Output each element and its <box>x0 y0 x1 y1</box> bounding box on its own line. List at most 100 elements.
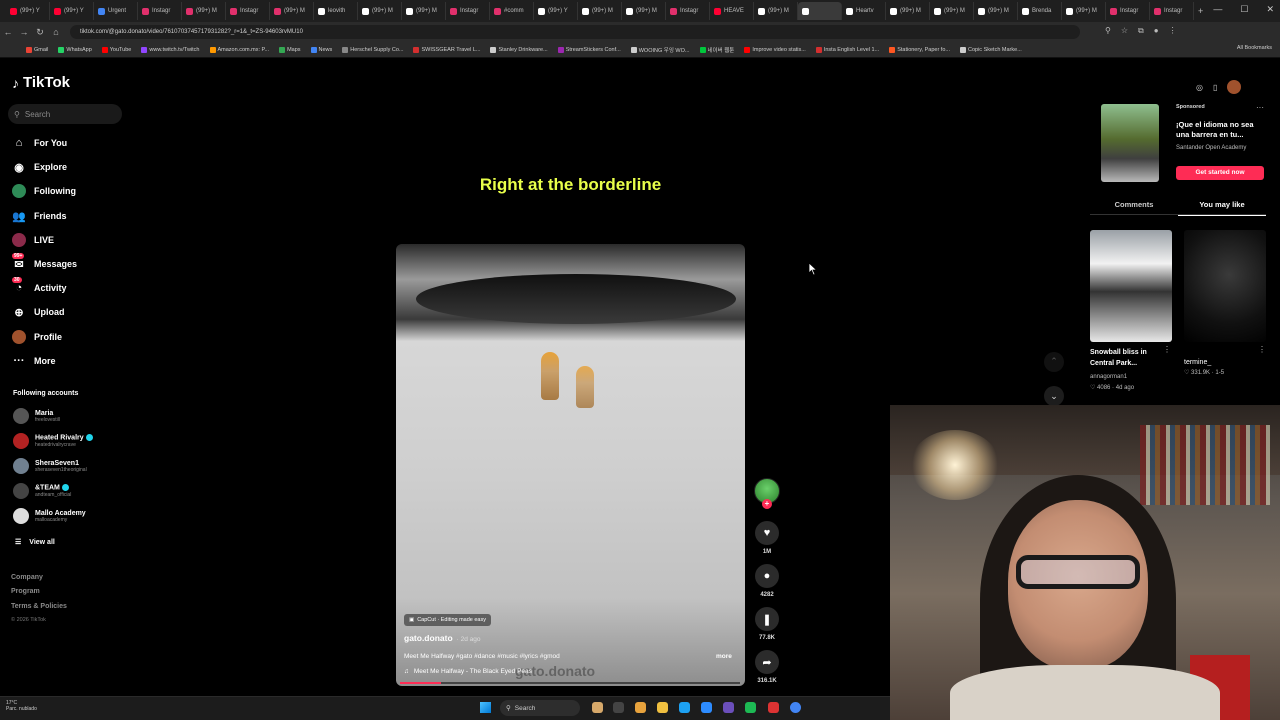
browser-tab[interactable]: (99+) Y <box>6 2 50 20</box>
browser-tab[interactable]: (99+) M <box>930 2 974 20</box>
browser-tab[interactable]: Instagr <box>666 2 710 20</box>
search-input[interactable]: ⚲ Search <box>8 104 122 124</box>
save-button[interactable]: ❚ <box>755 607 779 631</box>
taskbar-search[interactable]: ⚲ Search <box>500 700 580 716</box>
task-view-icon[interactable] <box>613 702 624 713</box>
followed-account[interactable]: Maria freelovestill <box>13 408 60 424</box>
view-all-button[interactable]: ☰ View all <box>15 538 55 547</box>
home-icon[interactable]: ⌂ <box>48 27 64 37</box>
followed-account[interactable]: &TEAM andteam_official <box>13 483 71 499</box>
browser-tab[interactable]: (99+) M <box>886 2 930 20</box>
reload-icon[interactable]: ↻ <box>32 27 48 38</box>
url-field[interactable]: tiktok.com/@gato.donato/video/7610703745… <box>70 25 1080 39</box>
bookmark-item[interactable]: Gmail <box>26 46 48 53</box>
file-explorer-icon[interactable] <box>657 702 668 713</box>
bookmark-item[interactable]: Insta English Level 1... <box>815 46 879 53</box>
app-icon[interactable] <box>635 702 646 713</box>
bookmark-item[interactable]: YouTube <box>101 46 131 53</box>
sidebar-item-more[interactable]: ··· More <box>12 354 56 368</box>
music-track[interactable]: ♫ Meet Me Halfway - The Black Eyed Peas <box>404 668 532 675</box>
browser-tab[interactable]: (99+) M <box>358 2 402 20</box>
browser-tab[interactable]: (99+) Y <box>50 2 94 20</box>
back-icon[interactable]: ← <box>0 27 16 37</box>
rec-title[interactable]: termine_ <box>1184 357 1264 368</box>
browser-tab[interactable]: (99+) Y <box>534 2 578 20</box>
share-button[interactable]: ➦ <box>755 650 779 674</box>
close-icon[interactable]: ✕ <box>1266 4 1274 15</box>
followed-account[interactable]: Mallo Academy malloacademy <box>13 508 86 524</box>
browser-tab[interactable]: (99+) M <box>578 2 622 20</box>
bookmark-item[interactable]: WOOING 우잉 WO... <box>630 46 690 54</box>
scroll-up-button[interactable]: ⌃ <box>1044 352 1064 372</box>
edge-icon[interactable] <box>679 702 690 713</box>
followed-account[interactable]: SheraSeven1 sheraseven1theoriginal <box>13 458 87 474</box>
bookmark-item[interactable]: Improve video statis... <box>744 46 806 53</box>
bookmark-item[interactable]: Copic Sketch Marke... <box>959 46 1022 53</box>
device-icon[interactable]: ▯ <box>1213 83 1217 92</box>
bookmark-item[interactable]: News <box>310 46 332 53</box>
browser-tab[interactable]: HEAVE <box>710 2 754 20</box>
follow-plus-button[interactable]: + <box>762 499 772 509</box>
forward-icon[interactable]: → <box>16 27 32 37</box>
bookmark-item[interactable]: www.twitch.tv/Twitch <box>141 46 200 53</box>
sidebar-item-explore[interactable]: ◉ Explore <box>12 160 67 174</box>
weather-widget[interactable]: 17°C Parc. nublado <box>6 700 37 712</box>
video-progress-bar[interactable] <box>400 682 740 684</box>
rec-author[interactable]: annagorman1 <box>1090 374 1127 380</box>
bookmark-item[interactable]: Amazon.com.mx: P... <box>209 46 269 53</box>
bookmark-item[interactable]: Herschel Supply Co... <box>342 46 403 53</box>
app-icon[interactable] <box>768 702 779 713</box>
browser-tab[interactable]: Instagr <box>1150 2 1194 20</box>
rec-thumbnail[interactable] <box>1184 230 1266 342</box>
windows-start-icon[interactable] <box>480 702 491 713</box>
spotify-icon[interactable] <box>745 702 756 713</box>
capcut-badge[interactable]: ▣ CapCut · Editing made easy <box>404 614 491 626</box>
followed-account[interactable]: Heated Rivalry heatedrivalrycrave <box>13 433 93 449</box>
profile-icon[interactable]: ● <box>1154 26 1159 36</box>
extensions-icon[interactable]: ⧉ <box>1138 26 1144 36</box>
zoom-icon[interactable]: ⚲ <box>1105 26 1111 36</box>
browser-tab[interactable]: (99+) M <box>754 2 798 20</box>
browser-tab[interactable] <box>798 2 842 20</box>
app-icon[interactable] <box>723 702 734 713</box>
author-name[interactable]: gato.donato <box>404 633 453 643</box>
bookmark-item[interactable]: StreamStickers Conf... <box>557 46 621 53</box>
browser-tab[interactable]: Instagr <box>446 2 490 20</box>
rec-more-icon[interactable]: ⋮ <box>1258 345 1266 354</box>
bookmark-item[interactable]: WhatsApp <box>58 46 92 53</box>
comment-button[interactable]: ● <box>755 564 779 588</box>
ad-cta-button[interactable]: Get started now <box>1176 166 1264 180</box>
browser-tab[interactable]: Instagr <box>138 2 182 20</box>
footer-company[interactable]: Company <box>11 574 43 581</box>
rec-more-icon[interactable]: ⋮ <box>1163 345 1171 354</box>
browser-tab[interactable]: (99+) M <box>182 2 226 20</box>
like-button[interactable]: ♥ <box>755 521 779 545</box>
all-bookmarks-button[interactable]: All Bookmarks <box>1237 45 1272 51</box>
sidebar-item-friends[interactable]: 👥 Friends <box>12 209 66 223</box>
bookmark-item[interactable]: SWISSGEAR Travel L... <box>413 46 480 53</box>
sidebar-item-profile[interactable]: Profile <box>12 330 62 344</box>
ad-thumbnail[interactable] <box>1101 104 1159 182</box>
sidebar-item-live[interactable]: LIVE <box>12 233 54 247</box>
app-icon[interactable] <box>701 702 712 713</box>
caption-more-button[interactable]: more <box>716 653 732 660</box>
sidebar-item-following[interactable]: Following <box>12 184 76 198</box>
video-author[interactable]: gato.donato · 2d ago <box>404 633 481 643</box>
ad-title[interactable]: ¡Que el idioma no sea una barrera en tu.… <box>1176 120 1266 140</box>
browser-tab[interactable]: leovith <box>314 2 358 20</box>
rec-title[interactable]: Snowball bliss in Central Park... <box>1090 347 1170 369</box>
browser-tab[interactable]: (99+) M <box>622 2 666 20</box>
bookmark-item[interactable]: Maps <box>279 46 301 53</box>
browser-tab[interactable]: Instagr <box>226 2 270 20</box>
browser-tab[interactable]: #comm <box>490 2 534 20</box>
browser-tab[interactable]: Heartv <box>842 2 886 20</box>
sidebar-item-upload[interactable]: ⊕ Upload <box>12 305 64 319</box>
tiktok-logo[interactable]: ♪ TikTok <box>12 74 70 91</box>
footer-terms[interactable]: Terms & Policies <box>11 603 67 610</box>
browser-tab[interactable]: (99+) M <box>402 2 446 20</box>
bookmark-item[interactable]: Stationery, Paper fo... <box>889 46 950 53</box>
ad-more-icon[interactable]: ··· <box>1256 103 1264 112</box>
widgets-icon[interactable] <box>592 702 603 713</box>
rec-thumbnail[interactable] <box>1090 230 1172 342</box>
browser-tab[interactable]: (99+) M <box>1062 2 1106 20</box>
